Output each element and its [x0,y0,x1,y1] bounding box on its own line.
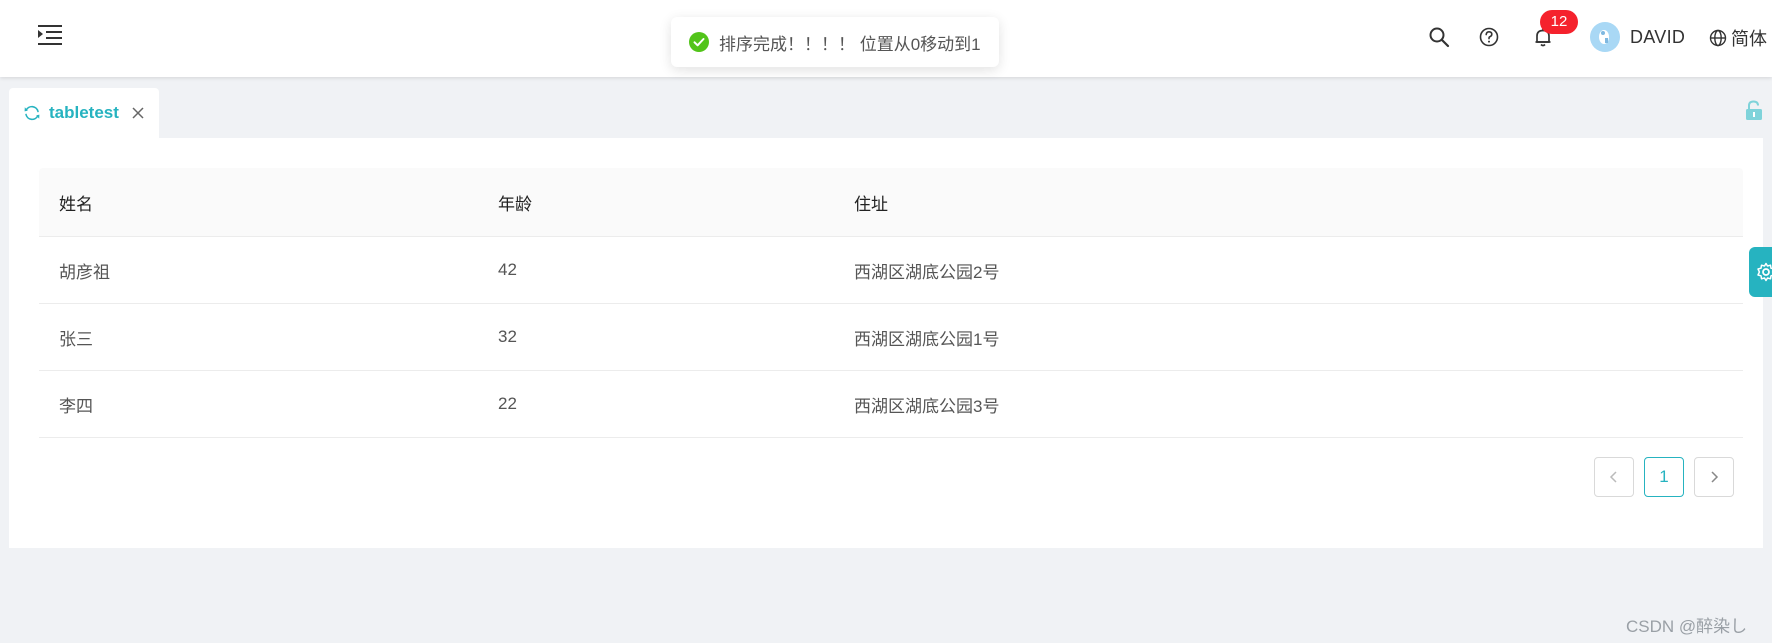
column-header-address[interactable]: 住址 [834,190,1743,215]
page-button-1[interactable]: 1 [1644,457,1684,497]
content-card: 姓名 年龄 住址 胡彦祖 42 西湖区湖底公园2号 张三 32 西湖区湖底公园1… [9,138,1763,548]
notification-badge: 12 [1540,10,1578,34]
data-table: 姓名 年龄 住址 胡彦祖 42 西湖区湖底公园2号 张三 32 西湖区湖底公园1… [39,168,1743,438]
question-icon[interactable] [1478,26,1500,48]
gear-icon [1757,262,1772,282]
tab-label: tabletest [49,103,119,122]
cell-name: 张三 [59,329,93,349]
sync-icon[interactable] [23,104,41,122]
prev-page-button[interactable] [1594,457,1634,497]
menu-fold-icon[interactable] [38,24,62,46]
column-header-name[interactable]: 姓名 [39,190,478,215]
message-text: 排序完成！！！！ 位置从0移动到1 [719,34,981,54]
chevron-right-icon [1711,471,1719,483]
search-icon[interactable] [1428,26,1450,48]
cell-name: 胡彦祖 [59,262,110,282]
cell-age: 32 [498,327,517,346]
cell-address: 西湖区湖底公园3号 [854,396,1000,416]
cell-age: 22 [498,394,517,413]
table-row[interactable]: 李四 22 西湖区湖底公园3号 [39,371,1743,438]
cell-age: 42 [498,260,517,279]
watermark: CSDN @醉染し [1626,617,1748,636]
chevron-left-icon [1609,471,1617,483]
avatar[interactable] [1590,22,1620,52]
column-header-age[interactable]: 年龄 [478,190,834,215]
cell-address: 西湖区湖底公园2号 [854,262,1000,282]
language-label: 简体 [1731,29,1767,49]
success-message: 排序完成！！！！ 位置从0移动到1 [671,17,999,67]
tab-tabletest[interactable]: tabletest [9,88,159,138]
language-switcher[interactable]: 简体 [1709,26,1767,50]
check-circle-icon [689,32,709,52]
cell-address: 西湖区湖底公园1号 [854,329,1000,349]
table-header: 姓名 年龄 住址 [39,168,1743,237]
close-icon[interactable] [131,106,145,120]
cell-name: 李四 [59,396,93,416]
username[interactable]: DAVID [1630,27,1685,48]
unlock-icon[interactable] [1743,99,1765,121]
next-page-button[interactable] [1694,457,1734,497]
table-row[interactable]: 胡彦祖 42 西湖区湖底公园2号 [39,237,1743,304]
settings-drawer-handle[interactable] [1749,247,1772,297]
table-row[interactable]: 张三 32 西湖区湖底公园1号 [39,304,1743,371]
globe-icon [1709,29,1727,47]
